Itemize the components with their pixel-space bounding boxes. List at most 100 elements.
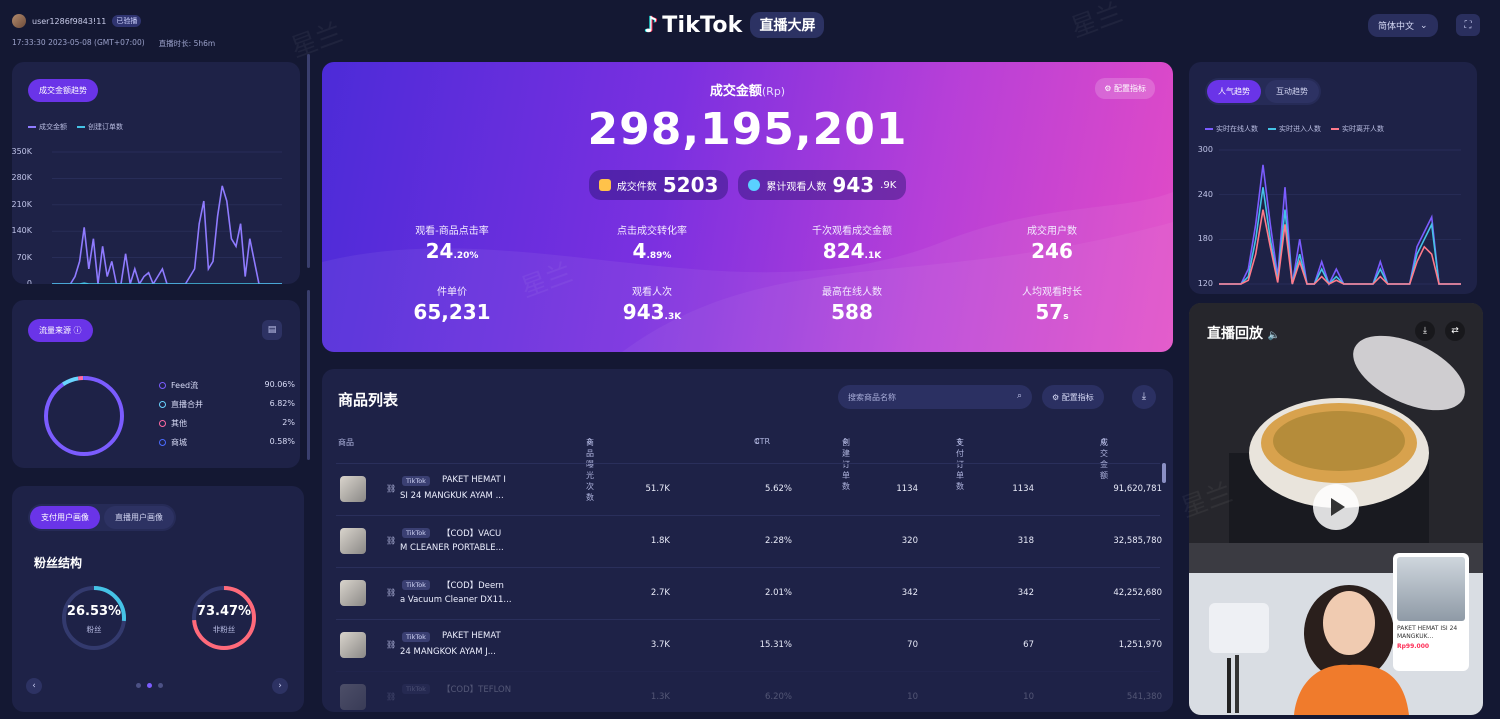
live-meta: 17:33:30 2023-05-08 (GMT+07:00) 直播时长: 5h…: [12, 38, 215, 49]
metric-label: 观看-商品点击率: [415, 226, 489, 237]
product-name-continued: M CLEANER PORTABLE...: [400, 543, 504, 553]
speaker-icon[interactable]: 🔈: [1268, 330, 1280, 341]
pager-dot[interactable]: [136, 683, 141, 688]
col-created-orders[interactable]: 创建订单数 ⇕: [842, 437, 850, 491]
product-search-input[interactable]: 搜索商品名称 ⌕: [838, 385, 1032, 409]
next-arrow-icon[interactable]: ›: [272, 678, 288, 694]
series-line-成交金额: [52, 185, 282, 284]
product-name-continued: 24 MANGKOK AYAM J...: [400, 647, 496, 657]
link-icon[interactable]: ⛓: [386, 484, 396, 493]
product-list-title: 商品列表: [338, 391, 399, 409]
info-icon: ⓘ: [73, 326, 82, 335]
hero-metrics-grid: 观看-商品点击率 24.20% 点击成交转化率 4.89% 千次观看成交金额 824…: [352, 222, 1152, 324]
cell-created-orders: 70: [907, 640, 918, 650]
download-icon[interactable]: ⤓: [1132, 385, 1156, 409]
table-row[interactable]: ⛓ TikTok PAKET HEMAT 24 MANGKOK AYAM J..…: [336, 619, 1162, 671]
chevron-down-icon: ⌄: [1420, 20, 1428, 31]
play-button[interactable]: [1313, 484, 1359, 530]
cell-gmv: 541,380: [1126, 692, 1162, 702]
table-row[interactable]: ⛓ TikTok 【COD】Deern a Vacuum Cleaner DX1…: [336, 567, 1162, 619]
donut-slice-Feed流[interactable]: [44, 376, 124, 456]
link-icon[interactable]: ⛓: [386, 692, 396, 701]
hero-metric: 观看人次 943.3K: [552, 283, 752, 324]
metric-value: 588: [831, 300, 873, 324]
popularity-panel: 人气趋势 互动趋势 实时在线人数 实时进入人数 实时离开人数 300 240 180…: [1189, 62, 1477, 294]
hero-metric: 成交用户数 246: [952, 222, 1152, 263]
pager-dot[interactable]: [158, 683, 163, 688]
traffic-legend-item: 商城 0.58%: [159, 437, 295, 448]
tiktok-tag: TikTok: [402, 580, 430, 590]
product-name[interactable]: PAKET HEMAT I: [442, 475, 562, 485]
export-icon[interactable]: ▤: [262, 320, 282, 340]
tab-traffic-source[interactable]: 流量来源 ⓘ: [28, 319, 93, 342]
share-icon[interactable]: ⇄: [1445, 321, 1465, 341]
col-ctr[interactable]: CTR ⇕: [754, 437, 770, 446]
product-image: [1397, 557, 1465, 621]
tab-live-users[interactable]: 直播用户画像: [104, 506, 174, 529]
link-icon[interactable]: ⛓: [386, 640, 396, 649]
link-icon[interactable]: ⛓: [386, 588, 396, 597]
metric-value: 4.89%: [632, 239, 672, 263]
product-thumbnail: [340, 476, 366, 502]
traffic-legend-item: 其他 2%: [159, 418, 295, 429]
user-info: user1286f9843!11 已验播: [12, 14, 142, 28]
username: user1286f9843!11: [32, 16, 107, 26]
product-name: PAKET HEMAT ISI 24 MANGKUK...: [1397, 625, 1458, 640]
product-name[interactable]: PAKET HEMAT: [442, 631, 562, 641]
link-icon[interactable]: ⛓: [386, 536, 396, 545]
col-impressions[interactable]: 商品曝光次数 ⇕: [586, 437, 594, 502]
hero-metric: 人均观看时长 57s: [952, 283, 1152, 324]
cell-impressions: 3.7K: [650, 640, 670, 650]
table-row[interactable]: ⛓ TikTok PAKET HEMAT I SI 24 MANGKUK AYA…: [336, 463, 1162, 515]
series-line-创建订单数: [52, 282, 282, 284]
download-icon[interactable]: ⤓: [1415, 321, 1435, 341]
col-paid-orders[interactable]: 支付订单数 ⇕: [956, 437, 964, 491]
language-label: 简体中文: [1378, 22, 1415, 32]
fans-panel: 支付用户画像 直播用户画像 粉丝结构 26.53% 粉丝 73.47% 非粉丝 …: [12, 486, 304, 712]
cell-created-orders: 10: [907, 692, 918, 702]
table-row[interactable]: ⛓ TikTok 【COD】VACU M CLEANER PORTABLE...…: [336, 515, 1162, 567]
cell-gmv: 91,620,781: [1113, 484, 1162, 494]
product-name-continued: SI 24 MANGKUK AYAM ...: [400, 491, 504, 501]
series-line-实时离开人数: [1219, 209, 1461, 285]
tiktok-note-icon: ♪: [644, 12, 659, 38]
metric-value: 824.1K: [822, 239, 882, 263]
scrollbar[interactable]: [307, 290, 310, 460]
tab-paying-users[interactable]: 支付用户画像: [30, 506, 100, 529]
config-metrics-button[interactable]: ⚙ 配置指标: [1095, 78, 1155, 99]
cell-gmv: 32,585,780: [1113, 536, 1162, 546]
metric-value: 246: [1031, 239, 1073, 263]
product-name[interactable]: 【COD】VACU: [442, 527, 562, 539]
brand-tag: 直播大屏: [750, 12, 825, 38]
tiktok-tag: TikTok: [402, 528, 430, 538]
scrollbar[interactable]: [307, 54, 310, 268]
cell-paid-orders: 67: [1023, 640, 1034, 650]
product-name[interactable]: 【COD】Deern: [442, 579, 562, 591]
search-icon[interactable]: ⌕: [1017, 391, 1022, 401]
metric-label: 点击成交转化率: [617, 226, 687, 237]
metric-label: 最高在线人数: [822, 287, 882, 298]
table-row[interactable]: ⛓ TikTok 【COD】TEFLON 1.3K 6.20% 10 10 54…: [336, 671, 1162, 712]
traffic-donut-chart: [44, 376, 124, 456]
nonfan-ring: 73.47% 非粉丝: [190, 584, 258, 652]
product-card[interactable]: PAKET HEMAT ISI 24 MANGKUK... Rp99.000: [1393, 553, 1469, 671]
col-gmv[interactable]: 成交金额 ⇕: [1100, 437, 1108, 480]
product-thumbnail: [340, 632, 366, 658]
product-config-button[interactable]: ⚙ 配置指标: [1042, 385, 1104, 409]
cell-impressions: 51.7K: [645, 484, 671, 494]
col-product[interactable]: 商品: [338, 437, 354, 448]
language-select[interactable]: 简体中文 ⌄: [1368, 14, 1438, 37]
product-name[interactable]: 【COD】TEFLON: [442, 683, 562, 695]
nonfan-percent: 73.47%: [196, 604, 252, 619]
fullscreen-icon[interactable]: ⛶: [1456, 14, 1480, 36]
cart-icon: [598, 179, 611, 191]
prev-arrow-icon[interactable]: ‹: [26, 678, 42, 694]
product-thumbnail: [340, 528, 366, 554]
legend-dot: [159, 401, 166, 408]
pager-dot-active[interactable]: [147, 683, 152, 688]
live-replay-panel: 直播回放 🔈 ⤓ ⇄ PAKET HEMAT ISI 24 MANGKUK...…: [1189, 303, 1483, 715]
cell-ctr: 6.20%: [764, 692, 792, 702]
gmv-amount: 298,195,201: [587, 104, 908, 155]
product-list-panel: 商品列表 搜索商品名称 ⌕ ⚙ 配置指标 ⤓ 商品 商品曝光次数 ⇕ CTR ⇕…: [322, 369, 1173, 712]
table-scrollbar[interactable]: [1162, 463, 1166, 483]
